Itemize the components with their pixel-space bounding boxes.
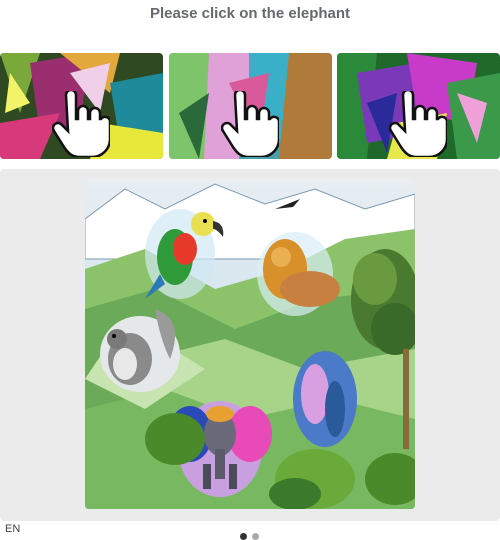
pagination-dot [252,533,259,540]
example-image-2 [169,53,332,159]
pointing-hand-icon [389,91,447,157]
example-image-1 [0,53,163,159]
example-image-3 [337,53,500,159]
pointing-hand-icon [52,91,110,157]
challenge-image[interactable] [85,179,415,509]
pagination-dot [240,533,247,540]
challenge-prompt: Please click on the elephant [149,5,351,22]
language-selector[interactable]: EN [5,523,20,535]
pointing-hand-icon [221,91,279,157]
challenge-panel [0,169,500,521]
example-images [0,53,500,159]
footer: EN [0,523,500,540]
